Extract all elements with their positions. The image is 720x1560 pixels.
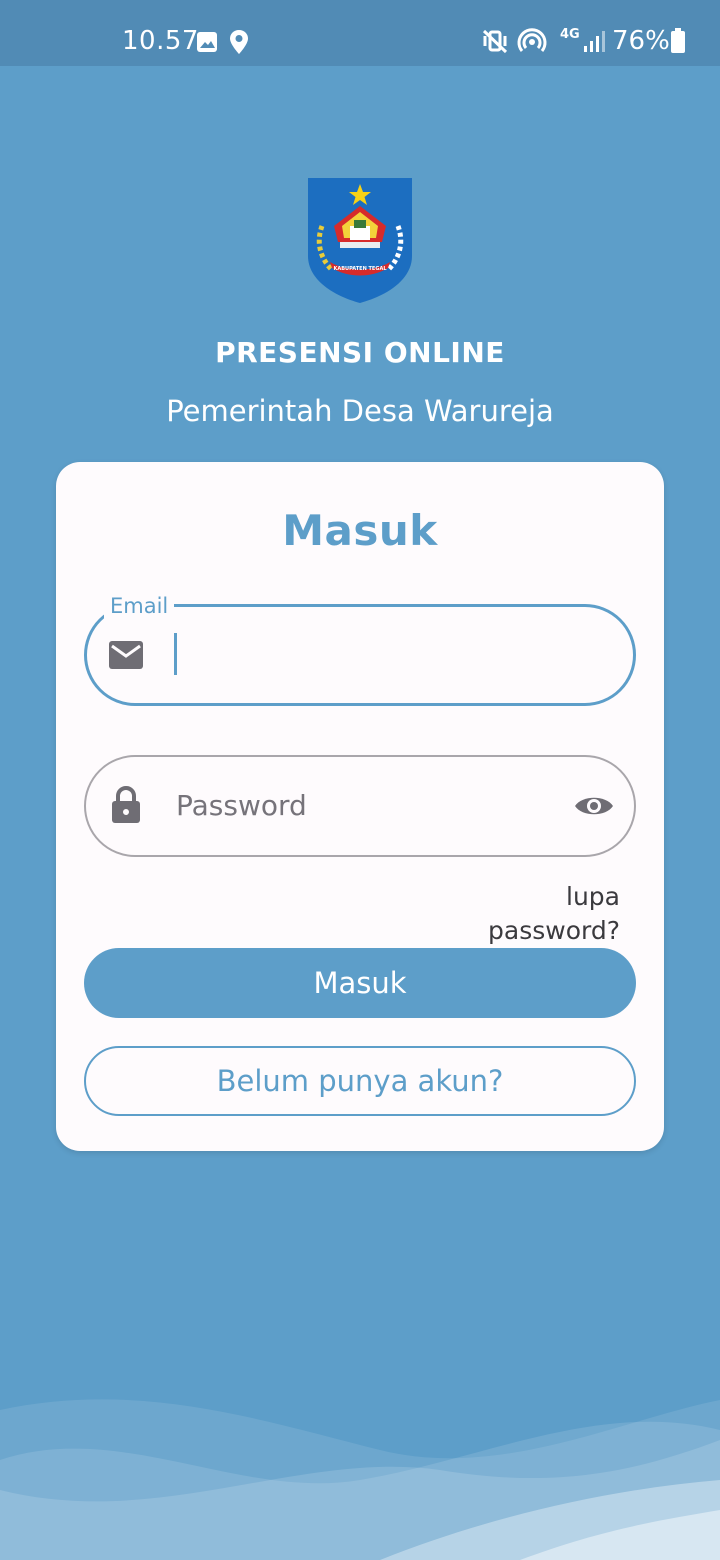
4g-icon: 4G bbox=[560, 27, 580, 42]
app-subtitle: Pemerintah Desa Warureja bbox=[166, 394, 554, 428]
eye-icon[interactable] bbox=[574, 792, 614, 820]
location-pin-icon bbox=[230, 30, 248, 54]
register-button[interactable]: Belum punya akun? bbox=[84, 1046, 636, 1116]
password-field[interactable] bbox=[84, 755, 636, 857]
app-title: PRESENSI ONLINE bbox=[215, 336, 505, 369]
battery-icon bbox=[671, 28, 685, 53]
mail-icon bbox=[109, 641, 143, 669]
battery-percent: 76% bbox=[612, 26, 670, 56]
email-input[interactable] bbox=[182, 622, 602, 686]
kabupaten-tegal-logo: KABUPATEN TEGAL bbox=[308, 178, 412, 303]
logo-text: KABUPATEN TEGAL bbox=[333, 266, 387, 272]
image-icon bbox=[197, 32, 217, 52]
signal-icon bbox=[584, 31, 605, 52]
text-cursor bbox=[174, 633, 177, 675]
mute-vibrate-icon bbox=[482, 29, 508, 54]
forgot-password-link[interactable]: lupa password? bbox=[430, 880, 620, 948]
email-label: Email bbox=[104, 593, 175, 619]
login-title: Masuk bbox=[282, 506, 438, 555]
hotspot-icon bbox=[517, 28, 547, 52]
status-bar: 10.57 4G 76% bbox=[0, 0, 720, 66]
lock-icon bbox=[112, 786, 140, 823]
status-time: 10.57 bbox=[122, 26, 199, 56]
login-button[interactable]: Masuk bbox=[84, 948, 636, 1018]
password-placeholder: Password bbox=[176, 789, 307, 822]
decorative-waves bbox=[0, 1399, 720, 1560]
